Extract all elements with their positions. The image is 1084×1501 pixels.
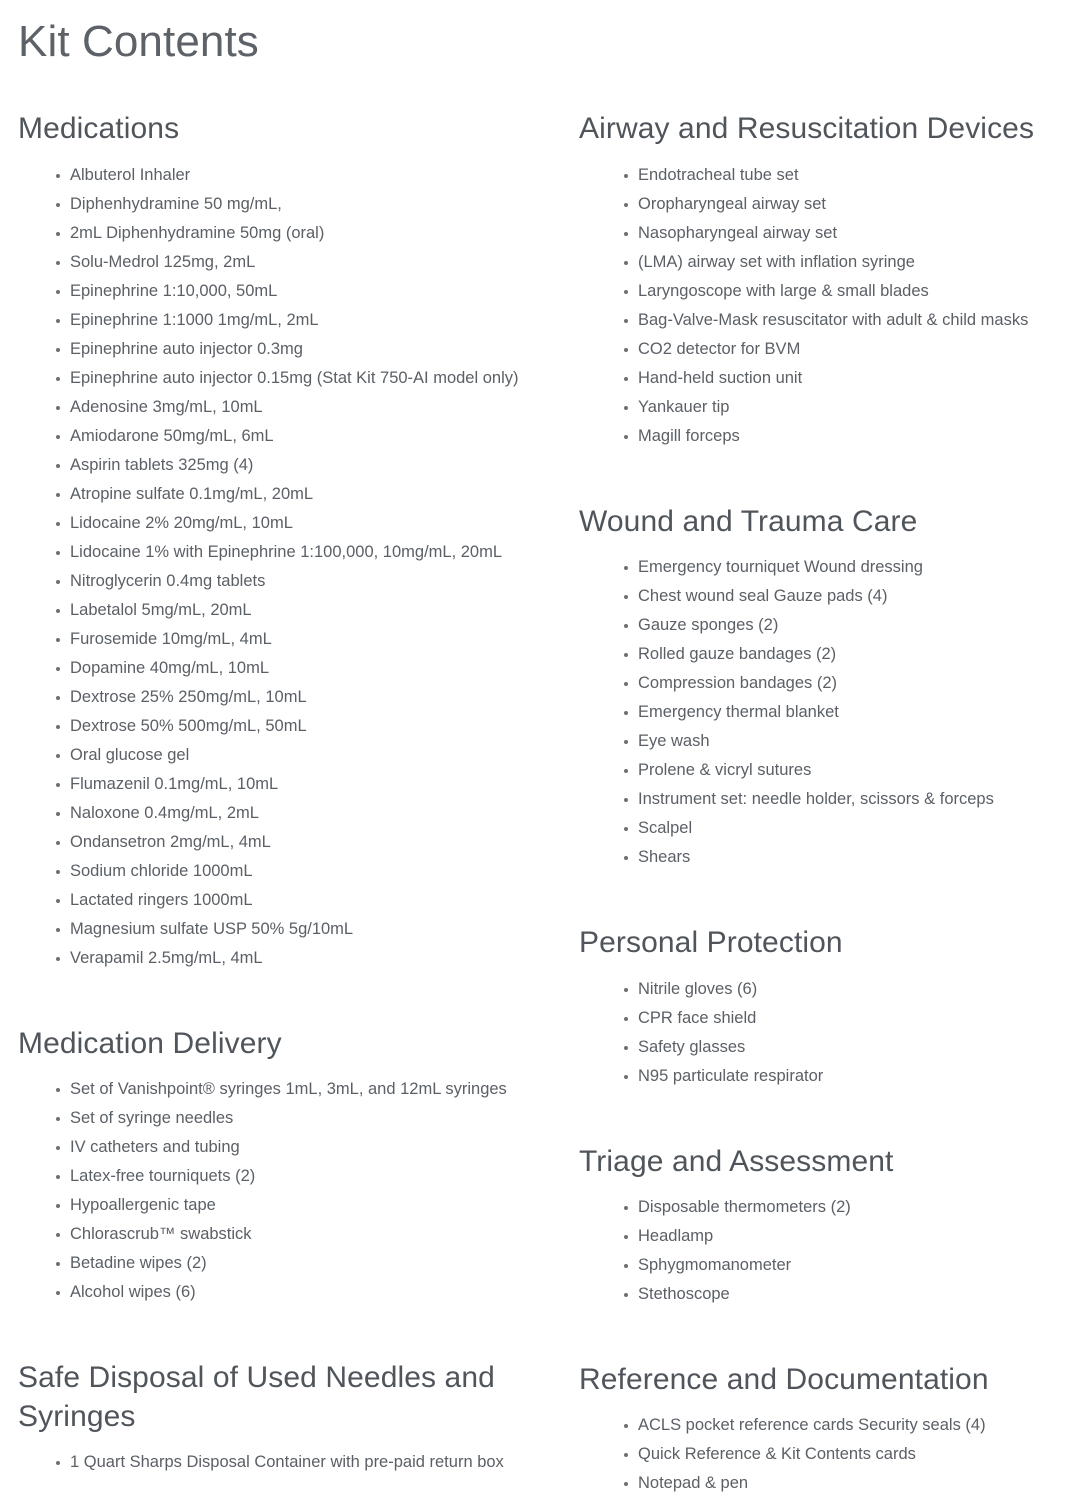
- list-item: Naloxone 0.4mg/mL, 2mL: [18, 799, 553, 828]
- list-item: Albuterol Inhaler: [18, 161, 553, 190]
- list-item: Hand-held suction unit: [579, 364, 1066, 393]
- left-column: Medications Albuterol Inhaler Diphenhydram…: [18, 110, 563, 1477]
- list-item: IV catheters and tubing: [18, 1133, 553, 1162]
- list-item: Alcohol wipes (6): [18, 1278, 553, 1307]
- section-heading: Reference and Documentation: [579, 1362, 989, 1396]
- section-heading: Triage and Assessment: [579, 1144, 894, 1178]
- list-item: Furosemide 10mg/mL, 4mL: [18, 625, 553, 654]
- list-item: Magill forceps: [579, 422, 1066, 451]
- list-item: Compression bandages (2): [579, 669, 1066, 698]
- list-item: Instrument set: needle holder, scissors …: [579, 785, 1066, 814]
- content-section: Medication Delivery Set of Vanishpoint® s…: [18, 1025, 553, 1307]
- section-heading: Airway and Resuscitation Devices: [579, 112, 1035, 146]
- list-item: Yankauer tip: [579, 393, 1066, 422]
- list-item: Betadine wipes (2): [18, 1249, 553, 1278]
- list-item: Sodium chloride 1000mL: [18, 857, 553, 886]
- list-item: Set of syringe needles: [18, 1104, 553, 1133]
- list-item: Quick Reference & Kit Contents cards: [579, 1440, 1066, 1469]
- item-list: Emergency tourniquet Wound dressing Chest…: [579, 553, 1066, 872]
- list-item: Flumazenil 0.1mg/mL, 10mL: [18, 770, 553, 799]
- list-item: Bag-Valve-Mask resuscitator with adult &…: [579, 306, 1066, 335]
- list-item: Chlorascrub™ swabstick: [18, 1220, 553, 1249]
- list-item: Sphygmomanometer: [579, 1251, 1066, 1280]
- section-heading: Medication Delivery: [18, 1026, 282, 1060]
- list-item: Set of Vanishpoint® syringes 1mL, 3mL, a…: [18, 1075, 553, 1104]
- kit-contents-page: Kit Contents Medications Albuterol Inhale…: [0, 17, 1084, 1498]
- list-item: Nitroglycerin 0.4mg tablets: [18, 567, 553, 596]
- list-item: CPR face shield: [579, 1004, 1066, 1033]
- list-item: Nitrile gloves (6): [579, 975, 1066, 1004]
- list-item: Laryngoscope with large & small blades: [579, 277, 1066, 306]
- list-item: Scalpel: [579, 814, 1066, 843]
- list-item: Epinephrine auto injector 0.15mg (Stat K…: [18, 364, 553, 393]
- section-heading: Personal Protection: [579, 926, 843, 960]
- list-item: Nasopharyngeal airway set: [579, 219, 1066, 248]
- content-section: Wound and Trauma Care Emergency tournique…: [579, 503, 1066, 872]
- item-list: ACLS pocket reference cards Security sea…: [579, 1411, 1066, 1498]
- content-columns: Medications Albuterol Inhaler Diphenhydram…: [18, 110, 1066, 1498]
- list-item: Dextrose 50% 500mg/mL, 50mL: [18, 712, 553, 741]
- list-item: Lactated ringers 1000mL: [18, 886, 553, 915]
- content-section: Safe Disposal of Used Needles and Syring…: [18, 1359, 553, 1477]
- content-section: Reference and Documentation ACLS pocket r…: [579, 1361, 1066, 1498]
- list-item: Latex-free tourniquets (2): [18, 1162, 553, 1191]
- list-item: 2mL Diphenhydramine 50mg (oral): [18, 219, 553, 248]
- list-item: Atropine sulfate 0.1mg/mL, 20mL: [18, 480, 553, 509]
- list-item: Prolene & vicryl sutures: [579, 756, 1066, 785]
- content-section: Medications Albuterol Inhaler Diphenhydram…: [18, 110, 553, 972]
- list-item: Endotracheal tube set: [579, 161, 1066, 190]
- item-list: Set of Vanishpoint® syringes 1mL, 3mL, a…: [18, 1075, 553, 1307]
- list-item: Gauze sponges (2): [579, 611, 1066, 640]
- list-item: Epinephrine 1:10,000, 50mL: [18, 277, 553, 306]
- content-section: Personal Protection Nitrile gloves (6) CPR…: [579, 924, 1066, 1090]
- list-item: (LMA) airway set with inflation syringe: [579, 248, 1066, 277]
- right-column: Airway and Resuscitation Devices Endotrac…: [563, 110, 1066, 1498]
- list-item: Emergency tourniquet Wound dressing: [579, 553, 1066, 582]
- list-item: Solu-Medrol 125mg, 2mL: [18, 248, 553, 277]
- content-section: Triage and Assessment Disposable thermome…: [579, 1143, 1066, 1309]
- section-heading: Safe Disposal of Used Needles and Syring…: [18, 1361, 495, 1433]
- section-heading: Wound and Trauma Care: [579, 504, 918, 538]
- list-item: ACLS pocket reference cards Security sea…: [579, 1411, 1066, 1440]
- list-item: Rolled gauze bandages (2): [579, 640, 1066, 669]
- list-item: Dopamine 40mg/mL, 10mL: [18, 654, 553, 683]
- list-item: Epinephrine auto injector 0.3mg: [18, 335, 553, 364]
- list-item: N95 particulate respirator: [579, 1062, 1066, 1091]
- list-item: Oral glucose gel: [18, 741, 553, 770]
- list-item: Amiodarone 50mg/mL, 6mL: [18, 422, 553, 451]
- list-item: Stethoscope: [579, 1280, 1066, 1309]
- item-list: Nitrile gloves (6) CPR face shield Safety …: [579, 975, 1066, 1091]
- section-heading: Medications: [18, 112, 180, 146]
- list-item: Emergency thermal blanket: [579, 698, 1066, 727]
- list-item: Disposable thermometers (2): [579, 1193, 1066, 1222]
- list-item: Oropharyngeal airway set: [579, 190, 1066, 219]
- item-list: Endotracheal tube set Oropharyngeal airwa…: [579, 161, 1066, 451]
- list-item: Labetalol 5mg/mL, 20mL: [18, 596, 553, 625]
- list-item: 1 Quart Sharps Disposal Container with p…: [18, 1448, 553, 1477]
- list-item: CO2 detector for BVM: [579, 335, 1066, 364]
- list-item: Hypoallergenic tape: [18, 1191, 553, 1220]
- list-item: Lidocaine 2% 20mg/mL, 10mL: [18, 509, 553, 538]
- list-item: Ondansetron 2mg/mL, 4mL: [18, 828, 553, 857]
- list-item: Chest wound seal Gauze pads (4): [579, 582, 1066, 611]
- list-item: Dextrose 25% 250mg/mL, 10mL: [18, 683, 553, 712]
- list-item: Lidocaine 1% with Epinephrine 1:100,000,…: [18, 538, 553, 567]
- item-list: 1 Quart Sharps Disposal Container with p…: [18, 1448, 553, 1477]
- list-item: Safety glasses: [579, 1033, 1066, 1062]
- list-item: Aspirin tablets 325mg (4): [18, 451, 553, 480]
- list-item: Headlamp: [579, 1222, 1066, 1251]
- page-title: Kit Contents: [18, 17, 259, 66]
- content-section: Airway and Resuscitation Devices Endotrac…: [579, 110, 1066, 450]
- list-item: Notepad & pen: [579, 1469, 1066, 1498]
- list-item: Eye wash: [579, 727, 1066, 756]
- list-item: Epinephrine 1:1000 1mg/mL, 2mL: [18, 306, 553, 335]
- list-item: Shears: [579, 843, 1066, 872]
- list-item: Diphenhydramine 50 mg/mL,: [18, 190, 553, 219]
- item-list: Albuterol Inhaler Diphenhydramine 50 mg/m…: [18, 161, 553, 973]
- list-item: Adenosine 3mg/mL, 10mL: [18, 393, 553, 422]
- list-item: Verapamil 2.5mg/mL, 4mL: [18, 944, 553, 973]
- item-list: Disposable thermometers (2) Headlamp Sphyg…: [579, 1193, 1066, 1309]
- list-item: Magnesium sulfate USP 50% 5g/10mL: [18, 915, 553, 944]
